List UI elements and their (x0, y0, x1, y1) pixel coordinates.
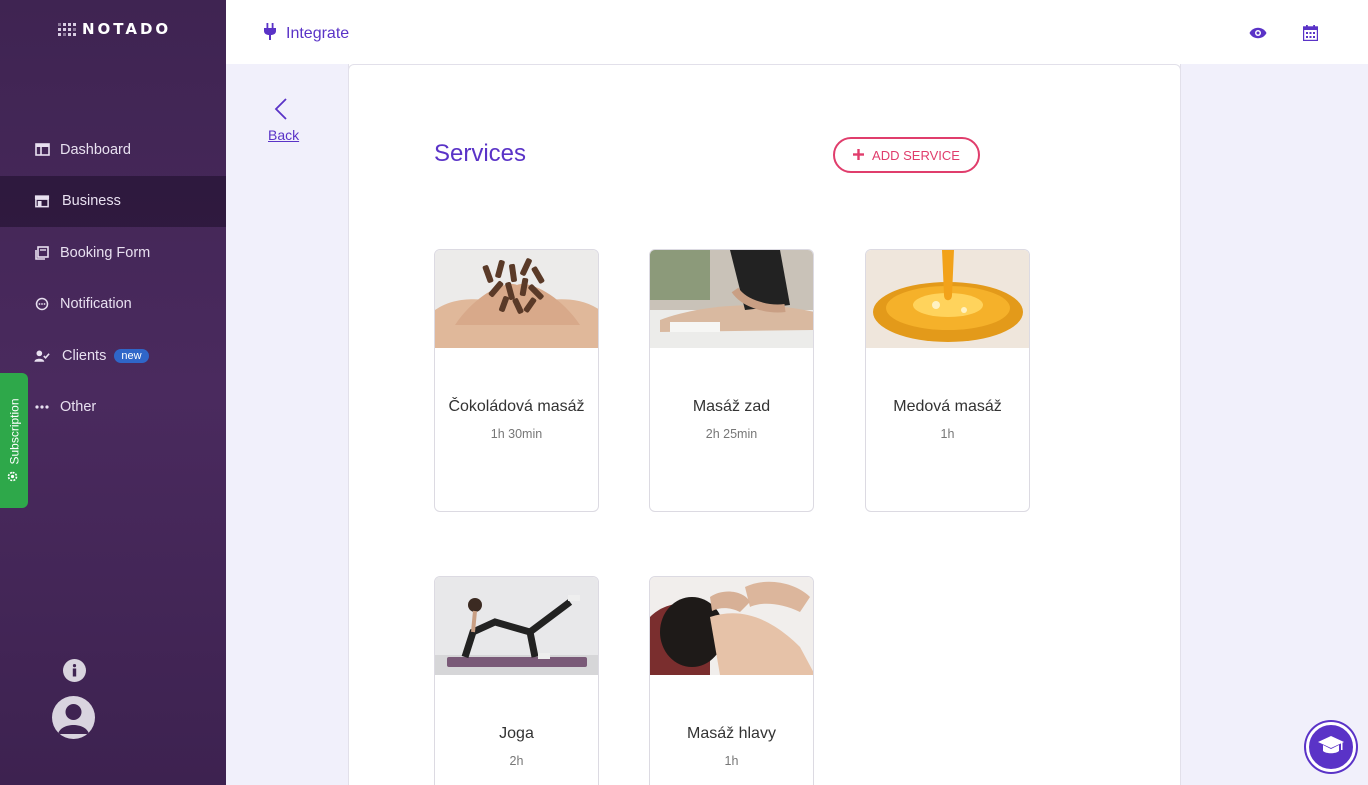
top-bar: Integrate (226, 0, 1368, 64)
service-image-head-massage (650, 577, 813, 675)
info-icon[interactable] (63, 659, 86, 682)
calendar-icon[interactable] (1300, 23, 1320, 43)
page-title: Services (434, 140, 527, 167)
sidebar: NOTADO Dashboard Business Booking Form N… (0, 0, 226, 785)
service-duration: 1h (940, 427, 955, 441)
sidebar-item-notification[interactable]: Notification (0, 279, 226, 331)
service-duration: 2h 25min (705, 427, 758, 441)
chat-icon (34, 296, 50, 312)
plug-icon (264, 23, 276, 45)
service-name: Masáž hlavy (687, 725, 776, 742)
service-card[interactable]: Čokoládová masáž 1h 30min (434, 249, 599, 512)
panel-top-edge (348, 64, 1181, 72)
sidebar-item-booking-form[interactable]: Booking Form (0, 227, 226, 279)
sidebar-item-dashboard[interactable]: Dashboard (0, 124, 226, 176)
service-name: Masáž zad (692, 398, 771, 415)
form-icon (34, 245, 50, 261)
service-card[interactable]: Masáž zad 2h 25min (649, 249, 814, 512)
subscription-label: Subscription (7, 398, 22, 465)
graduation-cap-icon (1317, 734, 1345, 761)
sidebar-nav: Dashboard Business Booking Form Notifica… (0, 124, 226, 433)
service-card[interactable]: Medová masáž 1h (865, 249, 1030, 512)
new-badge: new (114, 348, 149, 363)
more-icon (34, 399, 50, 415)
sidebar-item-label: Dashboard (60, 141, 131, 158)
service-duration: 2h (509, 754, 524, 768)
eye-icon[interactable] (1248, 23, 1268, 43)
sidebar-item-other[interactable]: Other (0, 382, 226, 434)
integrate-label: Integrate (286, 25, 350, 42)
service-image-chocolate (435, 250, 598, 348)
add-service-label: ADD SERVICE (872, 147, 960, 163)
sidebar-item-clients[interactable]: Clients new (0, 330, 226, 382)
add-service-button[interactable]: ADD SERVICE (833, 137, 980, 173)
chevron-left-icon (274, 98, 288, 125)
app-name: NOTADO (82, 20, 172, 38)
app-logo[interactable]: NOTADO (58, 20, 171, 38)
service-name: Joga (499, 725, 534, 742)
service-card[interactable]: Joga 2h (434, 576, 599, 785)
back-link[interactable]: Back (268, 98, 299, 143)
user-avatar[interactable] (52, 696, 95, 739)
sidebar-item-label: Clients (62, 347, 107, 364)
integrate-link[interactable]: Integrate (264, 23, 349, 45)
service-image-back-massage (650, 250, 813, 348)
sidebar-item-label: Business (62, 193, 121, 210)
service-name: Medová masáž (893, 398, 1002, 415)
service-card[interactable]: Masáž hlavy 1h (649, 576, 814, 785)
service-duration: 1h (724, 754, 739, 768)
sidebar-item-label: Other (60, 399, 97, 416)
back-label: Back (268, 127, 300, 143)
user-check-icon (34, 348, 50, 364)
service-image-honey (866, 250, 1029, 348)
sidebar-item-label: Notification (60, 296, 132, 313)
academy-button[interactable] (1306, 722, 1356, 772)
gear-icon (7, 471, 22, 483)
service-name: Čokoládová masáž (448, 398, 585, 415)
store-icon (34, 193, 50, 209)
sidebar-item-label: Booking Form (60, 244, 151, 261)
logo-icon (58, 22, 76, 36)
service-duration: 1h 30min (490, 427, 543, 441)
subscription-tab[interactable]: Subscription (0, 373, 28, 508)
plus-icon (853, 148, 865, 163)
dashboard-icon (34, 142, 50, 158)
sidebar-item-business[interactable]: Business (0, 175, 226, 227)
service-image-yoga (435, 577, 598, 675)
